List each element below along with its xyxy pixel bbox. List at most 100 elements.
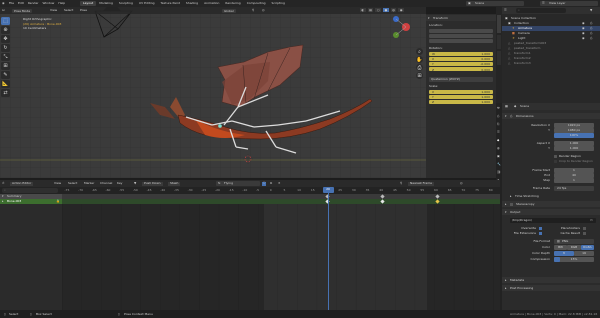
render-camera-icon[interactable]: ⎙ [590,31,592,35]
location-x-field[interactable] [429,28,493,34]
3d-viewport[interactable]: Right Orthographic (20) Armature : Bone.… [0,7,426,178]
rotation-w-field[interactable]: W 1.000 [429,51,493,56]
render-camera-icon[interactable]: ⎙ [590,26,592,30]
menu-render[interactable]: Render [28,2,39,5]
keyframe-marker[interactable] [434,199,440,204]
cache-result-checkbox[interactable] [583,232,586,235]
move-icon[interactable]: ✥ [1,35,10,43]
annotate-icon[interactable]: ✎ [1,71,10,79]
tree-row-collection[interactable]: ▣ Collection ◉ ⎙ [502,21,600,26]
menu-pose[interactable]: Pose [80,9,87,12]
color-rgba-button[interactable]: RGBA [580,245,595,250]
tab-shading[interactable]: Shading [183,1,201,6]
visibility-eye-icon[interactable]: ◉ [582,31,585,35]
metadata-header[interactable]: ▸ Metadata [502,277,600,283]
snap-icon[interactable]: ⚲ [400,182,402,185]
menu-edit[interactable]: Edit [18,2,24,5]
outliner-search-input[interactable]: ⌕ [516,8,566,13]
object-tab-icon[interactable]: ▣ [497,155,500,158]
render-camera-icon[interactable]: ⎙ [590,21,592,25]
tab-layout[interactable]: Layout [80,1,97,6]
tree-row-transform2[interactable]: △ transform2 [502,56,600,61]
rotation-x-field[interactable]: X 0.000 [429,56,493,61]
action-selector[interactable]: ⇆ Flying [216,181,260,186]
frame-ruler[interactable]: ⌕ -75 -70 -65 -60 -55 -50 -45 -40 -35 -30 -25 -20 -1… [0,187,500,194]
crop-checkbox[interactable] [554,160,557,163]
tab-modeling[interactable]: Modeling [96,1,116,6]
render-region-checkbox[interactable] [554,155,557,158]
menu-view[interactable]: View [50,9,57,12]
rotation-y-field[interactable]: Y -0.000 [429,61,493,66]
tab-rendering[interactable]: Rendering [222,1,243,6]
rotation-z-field[interactable]: Z 0.000 [429,66,493,72]
tree-row-transform3[interactable]: △ transform3 [502,61,600,66]
menu-key[interactable]: Key [117,182,122,185]
tab-tool[interactable] [497,35,501,49]
menu-select[interactable]: Select [68,182,77,185]
aspect-y-field[interactable]: 1.000 [554,146,594,151]
breakdowner-icon[interactable]: ⇄ [1,89,10,97]
frame-start-field[interactable]: 1 [554,168,594,173]
rotate-icon[interactable]: ↻ [1,44,10,52]
visibility-eye-icon[interactable]: ◉ [582,26,585,30]
stereoscopy-checkbox[interactable] [510,202,513,206]
scale-icon[interactable]: ⤡ [1,53,10,61]
snap-icon[interactable]: ⚲ [252,9,254,12]
tree-row-scene-collection[interactable]: ▣ Scene Collection [502,16,600,21]
visibility-eye-icon[interactable]: ◉ [582,21,585,25]
depth-16-button[interactable]: 16 [574,251,595,256]
dopesheet-editor-icon[interactable]: ⏱ [2,182,4,185]
menu-marker[interactable]: Marker [84,182,94,185]
overlay-icon[interactable]: ◐ [360,8,366,12]
zoom-icon[interactable]: ⌕ [416,48,423,55]
editor-type-icon[interactable]: ⊡ [2,9,5,12]
tab-compositing[interactable]: Compositing [244,1,269,6]
transform-icon[interactable]: ⊞ [1,62,10,70]
color-bw-button[interactable]: BW [554,245,568,250]
tree-row-pasted-transform[interactable]: △ pasted_transform [502,46,600,51]
location-z-field[interactable] [429,38,493,44]
stash-button[interactable]: Stash [168,181,181,186]
tab-item[interactable] [497,15,501,33]
scene-tab-icon[interactable]: ◆ [497,139,499,142]
mode-dropdown[interactable]: Pose Mode [12,9,33,13]
menu-channel[interactable]: Channel [100,182,112,185]
editor-mode-dropdown[interactable]: Action Editor [10,181,34,186]
overwrite-checkbox[interactable] [539,227,542,230]
folder-icon[interactable]: ▭ [590,219,593,222]
keyframe-marker[interactable] [380,199,385,204]
playhead[interactable]: 20 [322,187,334,310]
xray-icon[interactable]: ▤ [367,8,374,12]
stereoscopy-header[interactable]: ▸ Stereoscopy [502,201,600,207]
rotation-mode-dropdown[interactable]: Quaternion (WXYZ) [429,77,493,82]
proportional-edit-icon[interactable]: ◎ [460,182,463,185]
ortho-toggle-icon[interactable]: ⊞ [416,72,423,79]
menu-help[interactable]: Help [58,2,65,5]
transform-orientation-dropdown[interactable]: Global [222,9,236,13]
wireframe-shading-icon[interactable]: ○ [375,8,382,12]
camera-view-icon[interactable]: ⎙ [416,64,423,71]
scale-y-field[interactable]: Y 1.000 [429,94,493,99]
duplicate-action-icon[interactable]: ⧉ [270,181,272,185]
snapping-dropdown[interactable]: Nearest Frame [408,181,434,186]
view-layer-selector[interactable]: ☰ View Layer [540,1,598,6]
resolution-percent-field[interactable]: 100% [554,133,594,138]
blender-logo-icon[interactable]: ◉ [2,2,5,5]
menu-view[interactable]: View [54,182,61,185]
tab-animation[interactable]: Animation [201,1,222,6]
constraint-tab-icon[interactable]: ⛓ [497,171,501,174]
lock-icon[interactable]: 🔒 [56,200,60,203]
menu-select[interactable]: Select [64,9,73,12]
modifier-tab-icon[interactable]: 🔧 [497,163,501,166]
push-down-button[interactable]: Push Down [142,181,163,186]
tab-sculpting[interactable]: Sculpting [116,1,136,6]
cursor-icon[interactable]: ⊕ [1,26,10,34]
time-stretching-header[interactable]: ▸ Time Stretching [502,193,600,199]
material-shading-icon[interactable]: ◍ [390,8,397,12]
dimensions-panel-header[interactable]: ▾ ⎙ Dimensions [502,113,600,119]
aspect-x-field[interactable]: 1.000 [554,141,594,146]
tool-tab-icon[interactable]: ⚒ [497,107,500,110]
channel-bone[interactable]: ▸ Bone.003 🔒 [0,199,62,204]
menu-window[interactable]: Window [43,2,55,5]
channel-search-input[interactable]: ⌕ [2,188,58,193]
